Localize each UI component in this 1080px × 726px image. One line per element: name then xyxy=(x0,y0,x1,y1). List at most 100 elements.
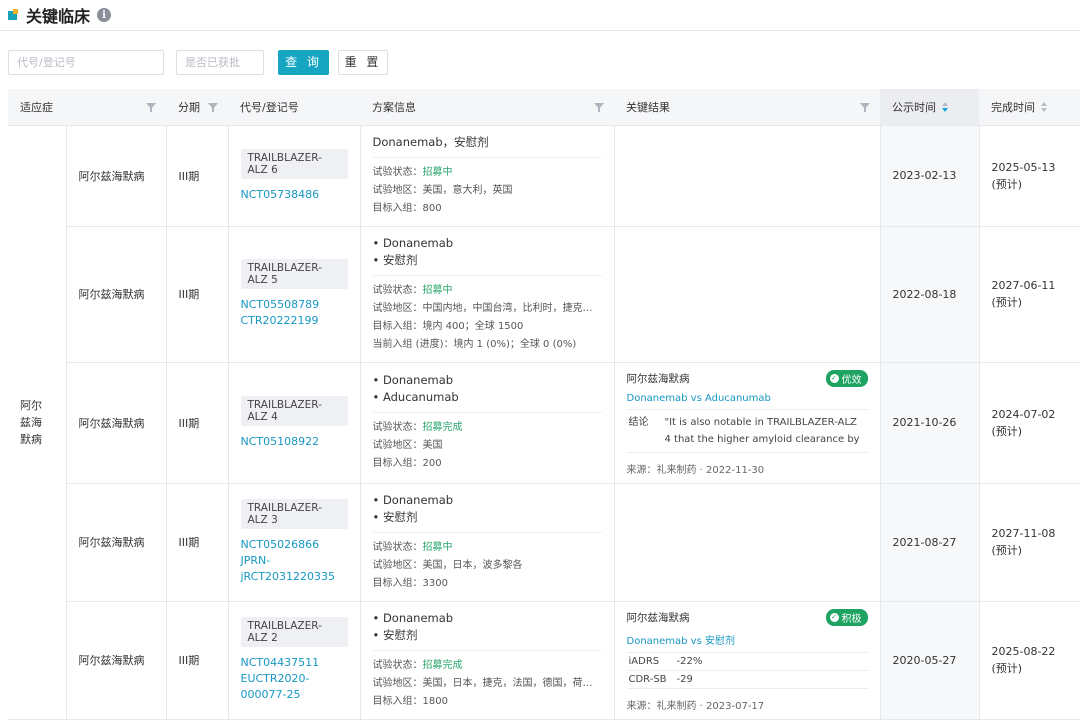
complete-date: 2025-08-22 (预计) xyxy=(978,600,1080,720)
result-cell xyxy=(613,482,881,602)
col-header-code: 代号/登记号 xyxy=(228,89,360,126)
table-row: 阿尔 兹海 默病 阿尔兹海默病 III期 TRAILBLAZER-ALZ 6 N… xyxy=(8,124,1080,720)
filter-icon[interactable] xyxy=(208,103,218,112)
trial-status: 试验状态：招募中 xyxy=(372,284,453,296)
trials-table: 适应症 分期 代号/登记号 方案信息 关键结果 公示时间 完成时间 阿尔 兹海 … xyxy=(8,89,1080,720)
conclusion-box: 结论 "It is also notable in TRAILBLAZER-AL… xyxy=(626,408,868,453)
scheme-cell: • Donanemab • 安慰剂 试验状态：招募完成 试验地区：美国，日本，捷克… xyxy=(359,600,615,720)
trial-region: 试验地区：美国，日本，波多黎各 xyxy=(372,559,523,571)
col-header-indication[interactable]: 适应症 xyxy=(8,89,166,126)
code-search-input[interactable]: 代号/登记号 xyxy=(8,50,164,75)
registry-link[interactable]: EUCTR2020-000077-25 xyxy=(241,671,348,703)
result-source: 来源：礼来制药 · 2022-11-30 xyxy=(626,464,765,476)
filter-icon[interactable] xyxy=(860,103,870,112)
registry-link[interactable]: NCT04437511 xyxy=(241,655,348,671)
trial-name-chip: TRAILBLAZER-ALZ 2 xyxy=(240,617,348,647)
comparison-link[interactable]: Donanemab vs Aducanumab xyxy=(627,393,868,404)
drug-list: • Donanemab • Aducanumab xyxy=(372,372,602,413)
metric-row: CDR-SB -29 xyxy=(626,671,868,689)
info-icon[interactable]: i xyxy=(97,8,112,22)
publish-date: 2020-05-27 xyxy=(879,600,980,720)
trial-region: 试验地区：美国，日本，捷克，法国，德国，荷兰，... xyxy=(372,677,602,689)
col-header-result[interactable]: 关键结果 xyxy=(614,89,880,126)
registry-link[interactable]: NCT05108922 xyxy=(241,434,348,450)
section-header: 关键临床 i xyxy=(8,4,112,26)
trial-region: 试验地区：中国内地，中国台湾，比利时，捷克，法... xyxy=(372,302,602,314)
registry-link[interactable]: CTR20222199 xyxy=(241,313,348,329)
scheme-cell: • Donanemab • 安慰剂 试验状态：招募中 试验地区：美国，日本，波多黎… xyxy=(359,482,615,602)
phase-cell: III期 xyxy=(165,225,229,363)
code-cell: TRAILBLAZER-ALZ 2 NCT04437511 EUCTR2020-… xyxy=(227,600,361,720)
sort-icon[interactable] xyxy=(1041,102,1048,112)
filter-icon[interactable] xyxy=(594,103,604,112)
col-header-scheme[interactable]: 方案信息 xyxy=(360,89,614,126)
indication-cell: 阿尔兹海默病 xyxy=(65,600,167,720)
complete-date: 2027-06-11 (预计) xyxy=(978,225,1080,363)
trial-status: 试验状态：招募中 xyxy=(372,166,453,178)
result-source: 来源：礼来制药 · 2023-07-17 xyxy=(626,700,765,712)
phase-cell: III期 xyxy=(165,124,229,227)
indication-cell: 阿尔兹海默病 xyxy=(65,225,167,363)
table-row: 阿尔兹海默病 III期 TRAILBLAZER-ALZ 3 NCT0502686… xyxy=(8,482,1080,602)
indication-cell: 阿尔兹海默病 xyxy=(65,361,167,484)
complete-date: 2025-05-13 (预计) xyxy=(978,124,1080,227)
publish-date: 2021-10-26 xyxy=(879,361,980,484)
result-cell xyxy=(613,124,881,227)
trial-enroll: 目标入组：200 xyxy=(372,458,442,469)
trial-enroll: 目标入组：3300 xyxy=(372,577,448,589)
section-marker-icon xyxy=(8,9,20,21)
positive-badge: ✓ 积极 xyxy=(825,608,868,626)
approved-select[interactable]: 是否已获批 xyxy=(176,50,264,75)
check-icon: ✓ xyxy=(829,612,839,622)
table-row: 阿尔兹海默病 III期 TRAILBLAZER-ALZ 2 NCT0443751… xyxy=(8,600,1080,720)
filter-icon[interactable] xyxy=(146,103,156,112)
section-title: 关键临床 xyxy=(26,7,91,26)
trial-enroll: 目标入组：境内 400；全球 1500 xyxy=(372,320,524,332)
trial-status: 试验状态：招募中 xyxy=(372,541,453,553)
table-header-row: 适应症 分期 代号/登记号 方案信息 关键结果 公示时间 完成时间 xyxy=(8,89,1080,126)
metric-row: iADRS -22% xyxy=(626,653,868,671)
trial-enroll: 目标入组：1800 xyxy=(372,695,448,707)
phase-cell: III期 xyxy=(165,361,229,484)
result-header: 阿尔兹海默病 ✓ 积极 xyxy=(627,608,868,626)
trial-name-chip: TRAILBLAZER-ALZ 4 xyxy=(240,395,348,426)
registry-link[interactable]: NCT05738486 xyxy=(241,187,348,203)
phase-cell: III期 xyxy=(165,600,229,720)
result-cell: 阿尔兹海默病 ✓ 优效 Donanemab vs Aducanumab 结论 "I… xyxy=(613,361,881,484)
scheme-cell: • Donanemab • 安慰剂 试验状态：招募中 试验地区：中国内地，中国台湾… xyxy=(359,225,615,363)
registry-link[interactable]: NCT05026866 xyxy=(241,537,348,553)
table-row: 阿尔兹海默病 III期 TRAILBLAZER-ALZ 4 NCT0510892… xyxy=(8,361,1080,484)
trial-name-chip: TRAILBLAZER-ALZ 5 xyxy=(240,259,348,289)
publish-date: 2023-02-13 xyxy=(879,124,980,227)
efficacy-badge: ✓ 优效 xyxy=(825,369,868,387)
code-cell: TRAILBLAZER-ALZ 4 NCT05108922 xyxy=(227,361,361,484)
trial-region: 试验地区：美国，意大利，英国 xyxy=(372,184,513,196)
scheme-cell: • Donanemab • Aducanumab 试验状态：招募完成 试验地区：美… xyxy=(359,361,615,484)
divider xyxy=(0,30,1080,31)
code-cell: TRAILBLAZER-ALZ 5 NCT05508789 CTR2022219… xyxy=(227,225,361,363)
result-cell xyxy=(613,225,881,363)
code-cell: TRAILBLAZER-ALZ 3 NCT05026866 JPRN-jRCT2… xyxy=(227,482,361,602)
sort-icon[interactable] xyxy=(942,102,949,112)
drug-list: • Donanemab • 安慰剂 xyxy=(372,492,602,533)
comparison-link[interactable]: Donanemab vs 安慰剂 xyxy=(627,632,868,647)
registry-link[interactable]: NCT05508789 xyxy=(241,297,348,313)
publish-date: 2022-08-18 xyxy=(879,225,980,363)
registry-link[interactable]: JPRN-jRCT2031220335 xyxy=(241,553,348,585)
trial-enroll: 目标入组：800 xyxy=(372,202,442,214)
drug-list: • Donanemab • 安慰剂 xyxy=(372,610,602,651)
result-cell: 阿尔兹海默病 ✓ 积极 Donanemab vs 安慰剂 iADRS -22% CD… xyxy=(613,600,881,720)
col-header-publish[interactable]: 公示时间 xyxy=(880,89,979,126)
trial-status: 试验状态：招募完成 xyxy=(372,422,463,433)
complete-date: 2024-07-02 (预计) xyxy=(978,361,1080,484)
col-header-phase[interactable]: 分期 xyxy=(166,89,228,126)
reset-button[interactable]: 重 置 xyxy=(338,50,388,75)
trial-status: 试验状态：招募完成 xyxy=(372,659,463,671)
result-header: 阿尔兹海默病 ✓ 优效 xyxy=(627,369,868,387)
complete-date: 2027-11-08 (预计) xyxy=(978,482,1080,602)
indication-cell: 阿尔兹海默病 xyxy=(65,482,167,602)
trial-progress: 当前入组 (进度)：境内 1 (0%)；全球 0 (0%) xyxy=(372,338,577,350)
scheme-cell: Donanemab，安慰剂 试验状态：招募中 试验地区：美国，意大利，英国 目标… xyxy=(359,124,615,227)
query-button[interactable]: 查 询 xyxy=(278,50,329,75)
col-header-complete[interactable]: 完成时间 xyxy=(979,89,1080,126)
